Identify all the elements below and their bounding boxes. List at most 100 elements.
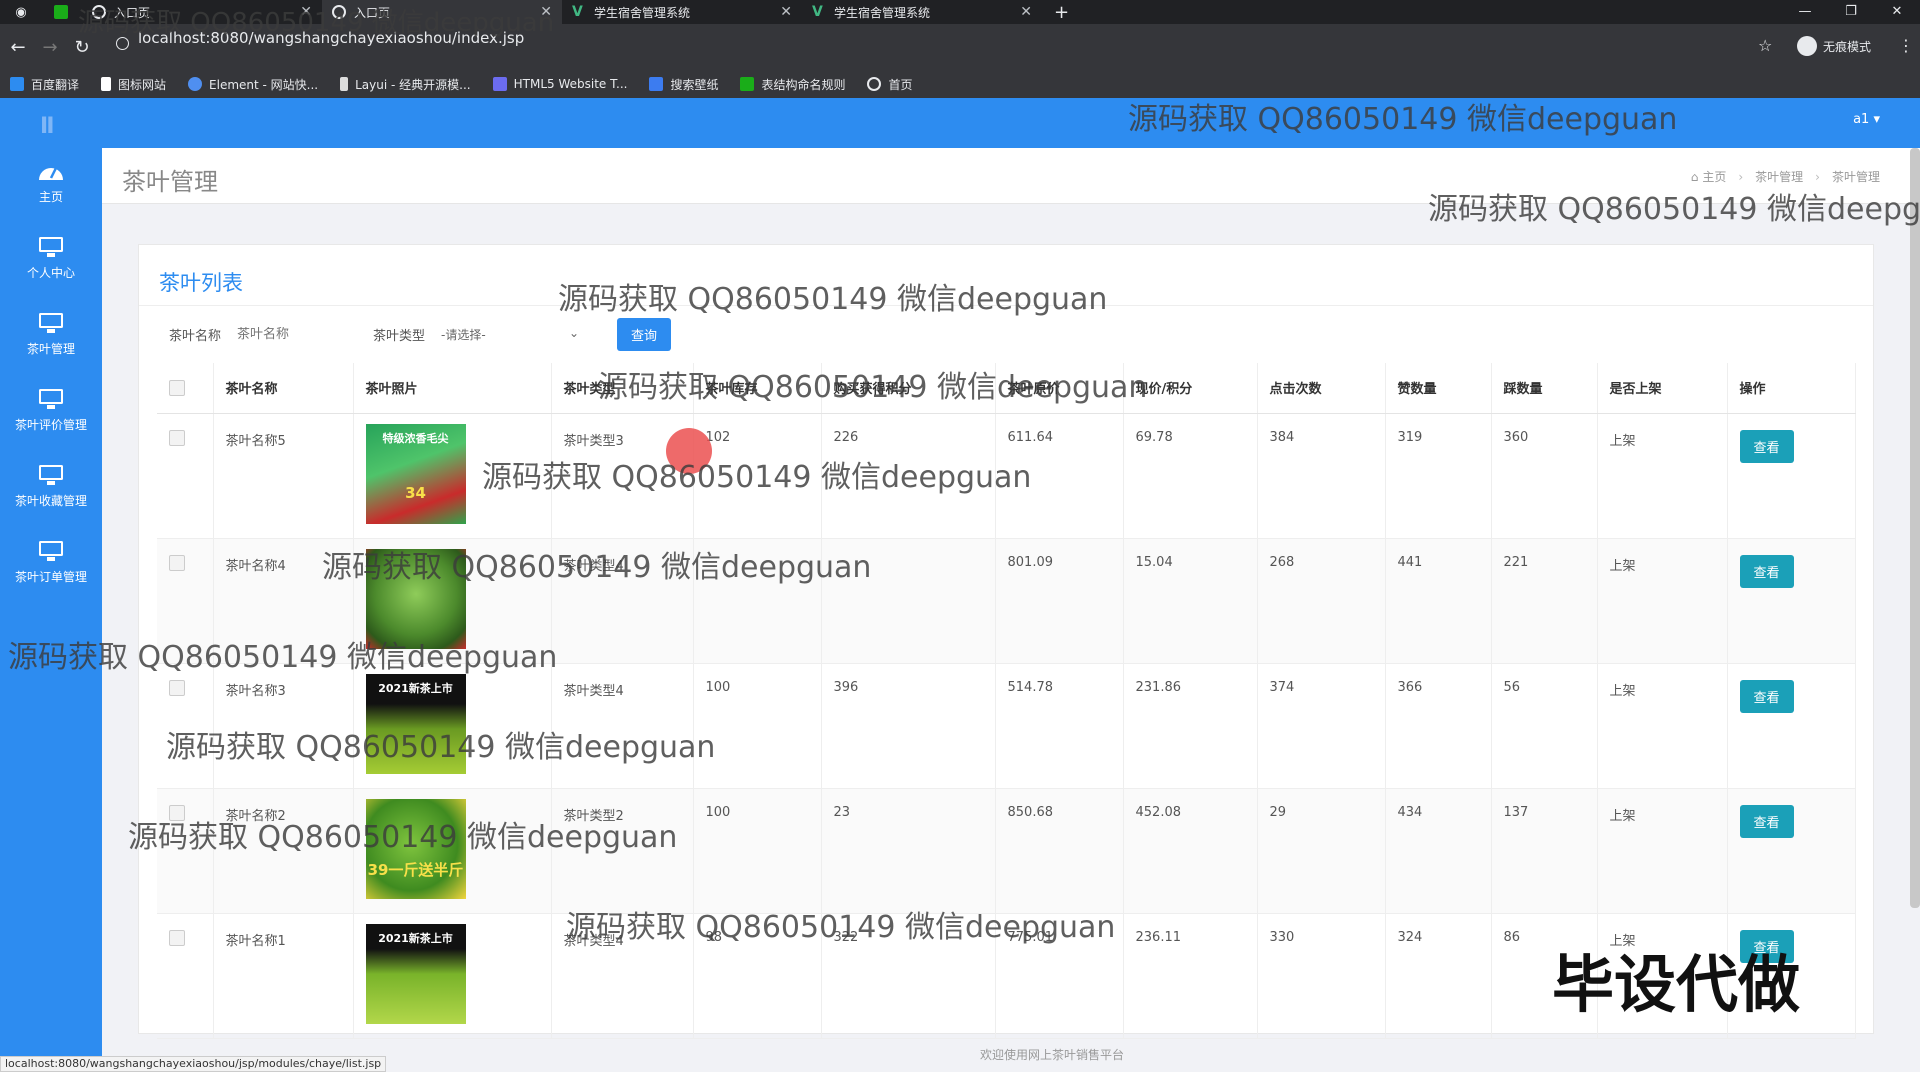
bookmark-label: 百度翻译 bbox=[31, 77, 80, 92]
cell-type: 茶叶类型2 bbox=[551, 788, 694, 914]
bookmark-item[interactable]: 搜索壁纸 bbox=[649, 76, 718, 93]
browser-tab[interactable]: V 学生宿舍管理系统 ✕ bbox=[802, 0, 1042, 24]
tea-photo[interactable]: 2021新茶上市 bbox=[365, 923, 466, 1024]
bookmark-item[interactable]: Layui - 经典开源模... bbox=[340, 76, 471, 93]
view-button[interactable]: 查看 bbox=[1739, 679, 1794, 713]
sidebar-item-label: 个人中心 bbox=[26, 266, 75, 280]
select-all-checkbox[interactable] bbox=[169, 379, 185, 396]
query-button[interactable]: 查询 bbox=[617, 317, 672, 351]
type-label: 茶叶类型 bbox=[373, 328, 426, 344]
cell-action: 查看 bbox=[1727, 538, 1856, 664]
search-form: 茶叶名称 茶叶类型 -请选择- ⌄ 查询 bbox=[169, 317, 672, 351]
cell-now: 15.04 bbox=[1123, 538, 1258, 664]
tea-photo[interactable] bbox=[365, 548, 466, 649]
tea-photo[interactable]: 特级浓香毛尖 34 bbox=[365, 423, 466, 524]
browser-tab[interactable]: 入口页 ✕ bbox=[82, 0, 322, 24]
user-menu[interactable]: a1 ▾ bbox=[1853, 112, 1880, 127]
sidebar-item-tea[interactable]: 茶叶管理 bbox=[0, 312, 102, 382]
view-button[interactable]: 查看 bbox=[1739, 804, 1794, 838]
sidebar-item-profile[interactable]: 个人中心 bbox=[0, 236, 102, 306]
minimize-icon[interactable]: — bbox=[1782, 0, 1828, 24]
cell-likes: 324 bbox=[1385, 913, 1492, 1039]
panel-title: 茶叶列表 bbox=[159, 271, 243, 295]
forward-icon[interactable]: → bbox=[34, 37, 66, 58]
cell-price: 775.01 bbox=[995, 913, 1124, 1039]
cell-name: 茶叶名称2 bbox=[213, 788, 354, 914]
row-select-cell bbox=[157, 913, 214, 1039]
sidebar-item-orders[interactable]: 茶叶订单管理 bbox=[0, 540, 102, 610]
status-bar-url: localhost:8080/wangshangchayexiaoshou/js… bbox=[0, 1056, 387, 1072]
breadcrumb-item[interactable]: 主页 bbox=[1702, 168, 1726, 185]
tea-photo[interactable]: 2021新茶上市 bbox=[365, 673, 466, 774]
table-row: 茶叶名称5 特级浓香毛尖 34 茶叶类型3 102 226 611.64 69.7… bbox=[157, 413, 1856, 539]
bookmark-item[interactable]: HTML5 Website T... bbox=[492, 77, 627, 91]
tab-close-icon[interactable]: ✕ bbox=[780, 4, 792, 20]
column-header: 踩数量 bbox=[1491, 363, 1598, 414]
home-icon: ⌂ bbox=[1690, 169, 1699, 184]
back-icon[interactable]: ← bbox=[2, 37, 34, 58]
browser-menu-icon[interactable]: ⋮ bbox=[1898, 36, 1914, 55]
tea-type-select[interactable]: -请选择- ⌄ bbox=[441, 326, 579, 343]
new-tab-button[interactable]: + bbox=[1042, 2, 1081, 23]
tab-close-icon[interactable]: ✕ bbox=[1020, 4, 1032, 20]
tea-photo[interactable]: 39一斤送半斤 bbox=[365, 798, 466, 899]
page-scrollbar[interactable] bbox=[1910, 148, 1920, 908]
sidebar: Ⅱ 主页 个人中心 茶叶管理 茶叶评价管理 茶叶收藏管理 茶叶订单管理 bbox=[0, 98, 102, 1072]
sidebar-item-label: 茶叶收藏管理 bbox=[14, 494, 87, 508]
row-checkbox[interactable] bbox=[169, 429, 185, 446]
globe-icon bbox=[332, 5, 346, 19]
sidebar-item-favorites[interactable]: 茶叶收藏管理 bbox=[0, 464, 102, 534]
row-checkbox[interactable] bbox=[169, 804, 185, 821]
column-header: 茶叶原价 bbox=[995, 363, 1124, 414]
table-row: 茶叶名称4 茶叶类型4 801.09 15.04 268 441 221 上架 … bbox=[157, 538, 1856, 664]
cell-name: 茶叶名称5 bbox=[213, 413, 354, 539]
bookmark-item[interactable]: 图标网站 bbox=[101, 76, 166, 93]
select-value: -请选择- bbox=[441, 327, 486, 342]
bookmark-label: Layui - 经典开源模... bbox=[355, 77, 471, 92]
wechat-favicon bbox=[54, 5, 68, 19]
bookmark-item[interactable]: 表结构命名规则 bbox=[740, 76, 845, 93]
browser-tab[interactable]: V 学生宿舍管理系统 ✕ bbox=[562, 0, 802, 24]
reload-icon[interactable]: ↻ bbox=[66, 37, 98, 58]
cell-action: 查看 bbox=[1727, 788, 1856, 914]
browser-menu-icon[interactable]: ◉ bbox=[0, 0, 42, 24]
browser-tab-active[interactable]: 入口页 ✕ bbox=[322, 0, 562, 24]
view-button[interactable]: 查看 bbox=[1739, 429, 1794, 463]
tab-close-icon[interactable]: ✕ bbox=[300, 4, 312, 20]
row-select-cell bbox=[157, 538, 214, 664]
incognito-label: 无痕模式 bbox=[1823, 39, 1872, 54]
close-window-icon[interactable]: ✕ bbox=[1874, 0, 1920, 24]
layui-icon bbox=[340, 77, 349, 91]
restore-icon[interactable]: ❐ bbox=[1828, 0, 1874, 24]
view-button[interactable]: 查看 bbox=[1739, 554, 1794, 588]
column-header: 现价/积分 bbox=[1123, 363, 1258, 414]
browser-tab[interactable] bbox=[42, 0, 82, 24]
cell-type: 茶叶类型4 bbox=[551, 538, 694, 664]
name-label: 茶叶名称 bbox=[169, 328, 222, 344]
cell-clicks: 384 bbox=[1257, 413, 1386, 539]
column-header: 茶叶照片 bbox=[353, 363, 552, 414]
row-checkbox[interactable] bbox=[169, 929, 185, 946]
cell-stock: 100 bbox=[693, 663, 822, 789]
sidebar-item-home[interactable]: 主页 bbox=[0, 160, 102, 230]
sidebar-item-reviews[interactable]: 茶叶评价管理 bbox=[0, 388, 102, 458]
cell-now: 236.11 bbox=[1123, 913, 1258, 1039]
info-icon[interactable] bbox=[116, 37, 129, 50]
table-row: 茶叶名称3 2021新茶上市 茶叶类型4 100 396 514.78 231.… bbox=[157, 663, 1856, 789]
bookmark-item[interactable]: 百度翻译 bbox=[10, 76, 79, 93]
bookmark-item[interactable]: Element - 网站快... bbox=[188, 76, 318, 93]
bookmark-item[interactable]: 首页 bbox=[867, 76, 913, 93]
breadcrumb-item[interactable]: 茶叶管理 bbox=[1755, 168, 1803, 185]
dashboard-icon bbox=[39, 167, 63, 180]
cell-stock: 98 bbox=[693, 913, 822, 1039]
click-indicator bbox=[666, 428, 712, 474]
tea-name-input[interactable] bbox=[237, 326, 348, 342]
tab-label: 入口页 bbox=[354, 5, 391, 20]
url-field[interactable]: localhost:8080/wangshangchayexiaoshou/in… bbox=[138, 29, 524, 47]
row-checkbox[interactable] bbox=[169, 679, 185, 696]
row-checkbox[interactable] bbox=[169, 554, 185, 571]
translate-icon bbox=[10, 77, 24, 91]
bookmark-star-icon[interactable]: ☆ bbox=[1758, 36, 1772, 55]
tab-close-icon[interactable]: ✕ bbox=[540, 4, 552, 20]
incognito-indicator[interactable]: 无痕模式 bbox=[1797, 36, 1871, 56]
